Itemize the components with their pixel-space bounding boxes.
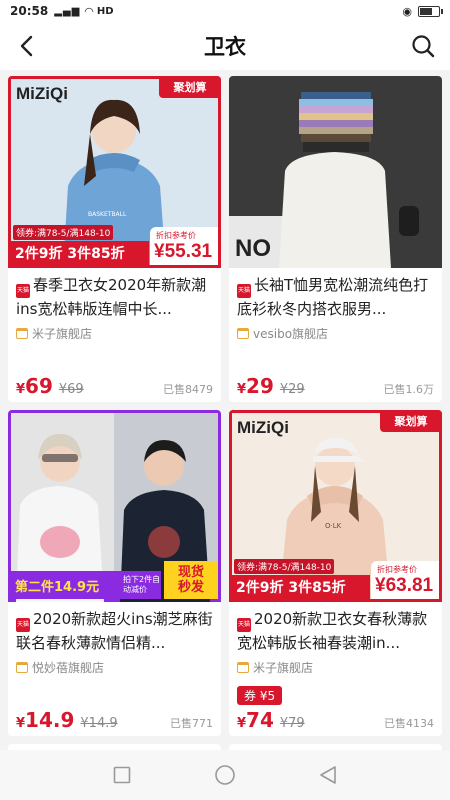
original-price: ¥14.9 <box>80 716 118 731</box>
banner-subtext: 拍下2件自动减价 <box>123 575 161 594</box>
store-name[interactable]: vesibo旗舰店 <box>237 324 434 342</box>
discount-label: 折扣参考价 <box>156 231 196 240</box>
store-name[interactable]: 米子旗舰店 <box>237 658 434 676</box>
store-icon <box>237 327 249 339</box>
status-time: 20:58 <box>10 4 49 18</box>
promo-strip: 领券:满78-5/满148-10 2件9折 3件85折 折扣参考价 ¥55.31 <box>11 223 218 265</box>
brand-logo: MiZiQi <box>16 84 68 103</box>
product-image[interactable]: 第二件14.9元 拍下2件自动减价 现货秒发 <box>8 410 221 602</box>
current-price: ¥69 <box>16 374 53 398</box>
in-stock-badge: 现货秒发 <box>164 561 218 599</box>
sold-count: 已售8479 <box>163 383 213 396</box>
original-price: ¥79 <box>279 716 305 731</box>
price-row: ¥74 ¥79 已售4134 <box>237 708 434 732</box>
sold-count: 已售4134 <box>384 717 434 730</box>
current-price: ¥29 <box>237 374 274 398</box>
coupon-label: 领券:满78-5/满148-10 <box>234 559 335 574</box>
original-price: ¥69 <box>58 382 84 397</box>
discount-label: 折扣参考价 <box>377 565 417 574</box>
product-title[interactable]: 天猫 长袖T恤男宽松潮流纯色打底衫秋冬内搭衣服男... <box>237 274 434 320</box>
top-app-bar: 卫衣 <box>0 22 450 70</box>
price-row: ¥69 ¥69 已售8479 <box>16 374 213 398</box>
campaign-badge: 聚划算 <box>159 76 221 98</box>
home-button[interactable] <box>210 760 240 790</box>
tmall-icon: 天猫 <box>237 284 251 298</box>
coupon-label: 领券:满78-5/满148-10 <box>13 225 114 240</box>
signal-icon: ▂▄▆ <box>54 5 81 17</box>
discount-price-box: 折扣参考价 ¥63.81 <box>371 561 439 599</box>
alarm-icon: ◉ <box>402 4 412 18</box>
deal-label: 2件9折 3件85折 <box>232 575 370 599</box>
back-button[interactable] <box>12 32 40 60</box>
coupon-tag[interactable]: 券 ¥5 <box>237 686 283 705</box>
product-title[interactable]: 天猫 2020新款超火ins潮芝麻街联名春秋薄款情侣精... <box>16 608 213 654</box>
product-image[interactable]: NO <box>229 76 442 268</box>
campaign-badge: 聚划算 <box>380 410 442 432</box>
store-icon <box>237 661 249 673</box>
square-icon <box>113 766 130 784</box>
network-label: HD <box>96 5 114 17</box>
back-nav-button[interactable] <box>313 760 343 790</box>
page-title: 卫衣 <box>204 35 246 59</box>
status-bar: 20:58 ▂▄▆ ◠ HD ◉ <box>0 0 450 22</box>
product-title[interactable]: 天猫 2020新款卫衣女春秋薄款宽松韩版长袖春装潮in... <box>237 608 434 654</box>
store-name[interactable]: 米子旗舰店 <box>16 324 213 342</box>
current-price: ¥74 <box>237 708 274 732</box>
price-row: ¥29 ¥29 已售1.6万 <box>237 374 434 398</box>
recent-apps-button[interactable] <box>107 760 137 790</box>
svg-text:BASKETBALL: BASKETBALL <box>88 211 127 218</box>
product-card[interactable]: NO 天猫长袖T恤男宽松潮流纯色打底衫秋冬内搭衣服男... vesibo旗舰店 <box>229 76 442 402</box>
search-button[interactable] <box>408 31 438 61</box>
discount-price-box: 折扣参考价 ¥55.31 <box>150 227 218 265</box>
original-price: ¥29 <box>279 382 305 397</box>
product-image[interactable]: O·LK MiZiQi 聚划算 领券:满78-5/满148-10 2件9折 3件… <box>229 410 442 602</box>
discount-price: ¥63.81 <box>375 575 434 596</box>
store-icon <box>16 661 28 673</box>
svg-text:O·LK: O·LK <box>325 522 342 530</box>
product-card[interactable]: BASKETBALL MiZiQi 聚划算 领券:满78-5/满148-10 2… <box>8 76 221 402</box>
product-card[interactable]: 第二件14.9元 拍下2件自动减价 现货秒发 天猫 2020新款超火ins潮芝麻街… <box>8 410 221 736</box>
circle-icon <box>215 765 235 785</box>
product-card[interactable]: O·LK MiZiQi 聚划算 领券:满78-5/满148-10 2件9折 3件… <box>229 410 442 736</box>
store-name[interactable]: 悦妙蓓旗舰店 <box>16 658 213 676</box>
tmall-icon: 天猫 <box>237 618 251 632</box>
current-price: ¥14.9 <box>16 708 75 732</box>
product-photo: NO <box>229 76 442 268</box>
sold-count: 已售1.6万 <box>383 383 435 396</box>
triangle-back-icon <box>320 766 337 784</box>
wifi-icon: ◠ <box>84 4 94 18</box>
svg-text:NO: NO <box>235 235 271 262</box>
product-title[interactable]: 天猫 春季卫衣女2020年新款潮ins宽松韩版连帽中长... <box>16 274 213 320</box>
promo-banner: 第二件14.9元 拍下2件自动减价 现货秒发 <box>11 561 218 599</box>
system-nav-bar <box>0 750 450 800</box>
product-grid: BASKETBALL MiZiQi 聚划算 领券:满78-5/满148-10 2… <box>8 76 442 736</box>
chevron-left-icon <box>20 35 33 57</box>
discount-price: ¥55.31 <box>154 241 213 262</box>
battery-icon <box>418 5 443 17</box>
brand-logo: MiZiQi <box>237 418 289 437</box>
tmall-icon: 天猫 <box>16 284 30 298</box>
promo-strip: 领券:满78-5/满148-10 2件9折 3件85折 折扣参考价 ¥63.81 <box>232 557 439 599</box>
store-icon <box>16 327 28 339</box>
deal-label: 2件9折 3件85折 <box>11 241 149 265</box>
price-row: ¥14.9 ¥14.9 已售771 <box>16 708 213 732</box>
product-image[interactable]: BASKETBALL MiZiQi 聚划算 领券:满78-5/满148-10 2… <box>8 76 221 268</box>
tmall-icon: 天猫 <box>16 618 30 632</box>
sold-count: 已售771 <box>170 717 213 730</box>
search-icon <box>412 35 435 58</box>
